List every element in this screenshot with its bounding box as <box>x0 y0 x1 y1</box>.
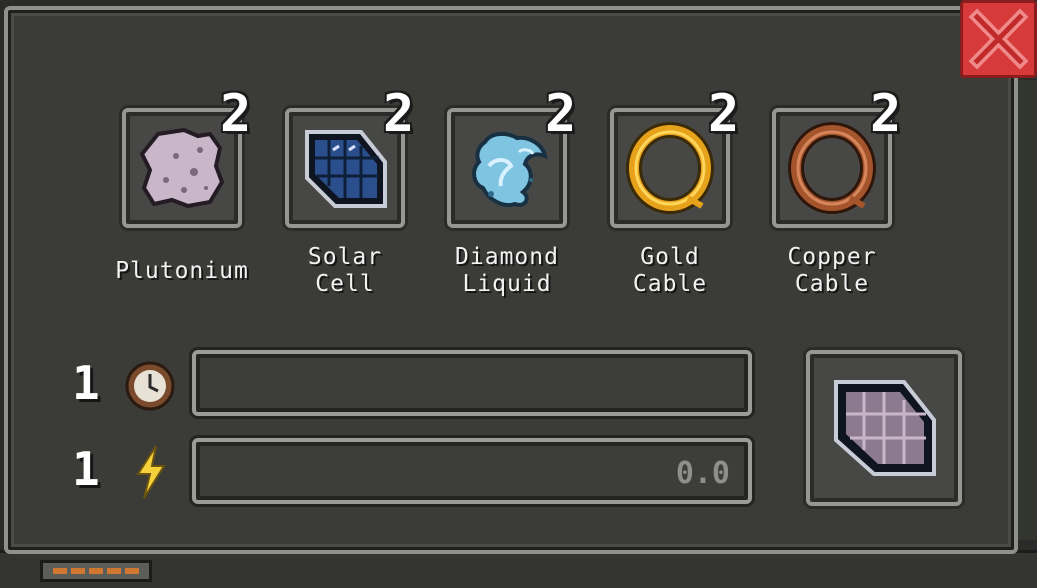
time-requirement: 1 <box>72 356 100 410</box>
lightning-icon <box>136 445 166 499</box>
gold-cable-icon <box>626 122 714 214</box>
ingredient-count: 2 <box>383 84 415 144</box>
energy-requirement: 1 <box>72 442 100 496</box>
energy-bar: 0.0 <box>192 438 752 504</box>
solar-cell-icon <box>305 130 387 208</box>
energy-value: 0.0 <box>675 456 730 491</box>
diamond-liquid-icon <box>472 131 548 207</box>
bottom-rail <box>0 550 1037 588</box>
ingredient-label: Diamond Liquid <box>455 244 559 297</box>
ingredient-label: Plutonium <box>115 258 249 284</box>
footer-tab[interactable] <box>40 560 152 582</box>
plutonium-icon <box>139 127 225 209</box>
time-progress-bar <box>192 350 752 416</box>
output-slot[interactable] <box>806 350 962 506</box>
close-button[interactable] <box>960 0 1037 78</box>
clock-icon <box>125 361 175 411</box>
close-icon <box>968 8 1029 70</box>
ingredient-label: Gold Cable <box>632 244 708 297</box>
ingredient-label: Copper Cable <box>787 244 877 297</box>
copper-cable-icon <box>788 122 876 214</box>
plutonium-cell-icon <box>834 380 936 476</box>
ingredient-count: 2 <box>708 84 740 144</box>
ingredient-label: Solar Cell <box>307 244 383 297</box>
ingredient-count: 2 <box>870 84 902 144</box>
ingredient-count: 2 <box>545 84 577 144</box>
ingredient-count: 2 <box>220 84 252 144</box>
